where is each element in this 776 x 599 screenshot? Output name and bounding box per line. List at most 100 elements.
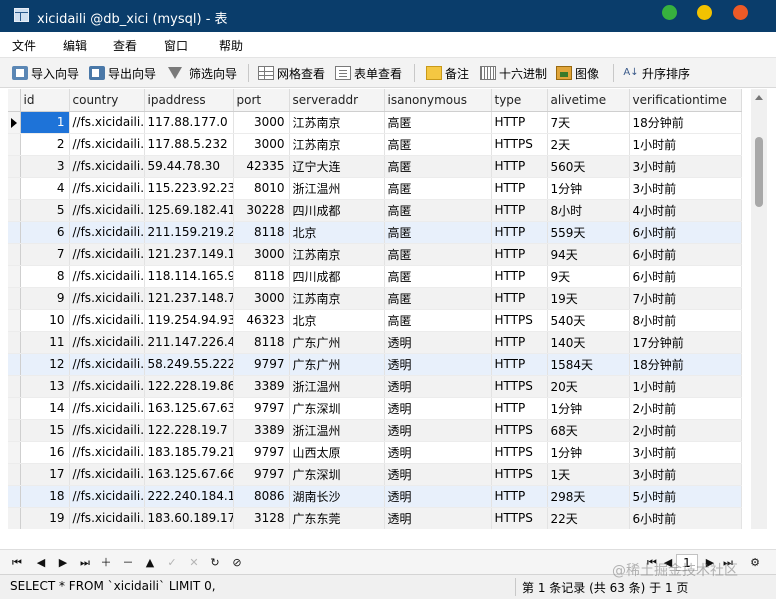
menu-window[interactable]: 窗口 <box>164 37 188 54</box>
cell-ipaddress[interactable]: 163.125.67.66 <box>144 463 234 486</box>
cell-type[interactable]: HTTPS <box>491 463 548 486</box>
table-row[interactable]: 18//fs.xicidaili.222.240.184.128086湖南长沙透… <box>8 485 742 508</box>
table-row[interactable]: 14//fs.xicidaili. 163.125.67.63 9797 广东深圳 透明… <box>8 397 742 420</box>
row-header[interactable] <box>8 287 21 310</box>
cell-isanonymous[interactable]: 透明 <box>384 331 492 354</box>
cell-verificationtime[interactable]: 1小时前 <box>629 133 742 156</box>
scroll-up-icon[interactable] <box>755 95 763 100</box>
cell-id[interactable]: 5 <box>20 199 70 222</box>
next-record-icon[interactable]: ▶ <box>56 556 70 569</box>
cell-country[interactable]: //fs.xicidaili. <box>69 243 145 266</box>
cell-alivetime[interactable]: 140天 <box>547 331 630 354</box>
cell-port[interactable]: 9797 <box>233 441 290 464</box>
cell-serveraddr[interactable]: 广东深圳 <box>289 463 385 486</box>
form-view-button[interactable]: 表单查看 <box>335 64 402 82</box>
cell-alivetime[interactable]: 68天 <box>547 419 630 442</box>
cell-isanonymous[interactable]: 高匿 <box>384 265 492 288</box>
column-header-type[interactable]: type <box>491 89 548 112</box>
cell-type[interactable]: HTTP <box>491 397 548 420</box>
table-row[interactable]: 7//fs.xicidaili.121.237.149.183000江苏南京高匿… <box>8 243 742 266</box>
cell-isanonymous[interactable]: 高匿 <box>384 177 492 200</box>
cell-country[interactable]: //fs.xicidaili. <box>69 353 145 376</box>
cell-type[interactable]: HTTP <box>491 155 548 178</box>
cell-country[interactable]: //fs.xicidaili. <box>69 265 145 288</box>
cell-port[interactable]: 9797 <box>233 353 290 376</box>
image-button[interactable]: 图像 <box>556 64 599 82</box>
grid-view-button[interactable]: 网格查看 <box>258 64 325 82</box>
cell-verificationtime[interactable]: 17分钟前 <box>629 331 742 354</box>
cell-type[interactable]: HTTP <box>491 177 548 200</box>
column-header-port[interactable]: port <box>233 89 290 112</box>
minimize-button[interactable] <box>697 5 712 20</box>
row-header[interactable] <box>8 463 21 486</box>
cell-alivetime[interactable]: 1天 <box>547 463 630 486</box>
cell-type[interactable]: HTTP <box>491 485 548 508</box>
cell-verificationtime[interactable]: 3小时前 <box>629 441 742 464</box>
cell-id[interactable]: 9 <box>20 287 70 310</box>
row-header[interactable] <box>8 177 21 200</box>
cell-id[interactable]: 8 <box>20 265 70 288</box>
cell-alivetime[interactable]: 1584天 <box>547 353 630 376</box>
close-button[interactable] <box>733 5 748 20</box>
cell-country[interactable]: //fs.xicidaili. <box>69 155 145 178</box>
settings-icon[interactable]: ⚙ <box>748 556 762 569</box>
cell-id[interactable]: 16 <box>20 441 70 464</box>
row-header[interactable] <box>8 331 21 354</box>
cell-serveraddr[interactable]: 北京 <box>289 309 385 332</box>
table-row[interactable]: 19//fs.xicidaili.183.60.189.1783128广东东莞透… <box>8 507 742 530</box>
filter-wizard-button[interactable]: 筛选向导 <box>168 64 237 82</box>
maximize-button[interactable] <box>662 5 677 20</box>
cell-isanonymous[interactable]: 高匿 <box>384 133 492 156</box>
cell-alivetime[interactable]: 94天 <box>547 243 630 266</box>
menu-help[interactable]: 帮助 <box>219 37 243 54</box>
cell-isanonymous[interactable]: 高匿 <box>384 309 492 332</box>
cell-isanonymous[interactable]: 高匿 <box>384 243 492 266</box>
cell-ipaddress[interactable]: 117.88.177.0 <box>144 111 234 134</box>
table-row[interactable]: 3//fs.xicidaili. 59.44.78.30 42335 辽宁大连 高匿 HT… <box>8 155 742 178</box>
cell-ipaddress[interactable]: 119.254.94.93 <box>144 309 234 332</box>
cell-port[interactable]: 3000 <box>233 111 290 134</box>
column-header-isanonymous[interactable]: isanonymous <box>384 89 492 112</box>
cell-ipaddress[interactable]: 115.223.92.231 <box>144 177 234 200</box>
cell-type[interactable]: HTTP <box>491 111 548 134</box>
cell-type[interactable]: HTTP <box>491 331 548 354</box>
cell-port[interactable]: 3128 <box>233 507 290 530</box>
table-row[interactable]: 11//fs.xicidaili. 211.147.226.4 8118 广东广州 透明… <box>8 331 742 354</box>
cell-port[interactable]: 8118 <box>233 221 290 244</box>
cell-country[interactable]: //fs.xicidaili. <box>69 199 145 222</box>
apply-changes-icon[interactable]: ✓ <box>165 556 179 569</box>
cell-type[interactable]: HTTP <box>491 265 548 288</box>
cell-alivetime[interactable]: 19天 <box>547 287 630 310</box>
cell-ipaddress[interactable]: 121.237.149.18 <box>144 243 234 266</box>
cell-id[interactable]: 1 <box>20 111 70 134</box>
cell-serveraddr[interactable]: 四川成都 <box>289 199 385 222</box>
cell-id[interactable]: 14 <box>20 397 70 420</box>
cell-type[interactable]: HTTP <box>491 353 548 376</box>
cell-alivetime[interactable]: 298天 <box>547 485 630 508</box>
column-header-ipaddress[interactable]: ipaddress <box>144 89 234 112</box>
cell-type[interactable]: HTTP <box>491 287 548 310</box>
cell-verificationtime[interactable]: 8小时前 <box>629 309 742 332</box>
table-row[interactable]: 6//fs.xicidaili.211.159.219.228118北京高匿HT… <box>8 221 742 244</box>
cell-country[interactable]: //fs.xicidaili. <box>69 331 145 354</box>
cell-type[interactable]: HTTPS <box>491 419 548 442</box>
cell-id[interactable]: 12 <box>20 353 70 376</box>
cell-ipaddress[interactable]: 59.44.78.30 <box>144 155 234 178</box>
table-row[interactable]: 12//fs.xicidaili. 58.249.55.222 9797 广东广州 透明… <box>8 353 742 376</box>
export-wizard-button[interactable]: 导出向导 <box>89 64 156 82</box>
cell-ipaddress[interactable]: 121.237.148.70 <box>144 287 234 310</box>
cell-country[interactable]: //fs.xicidaili. <box>69 111 145 134</box>
cell-port[interactable]: 46323 <box>233 309 290 332</box>
cell-isanonymous[interactable]: 透明 <box>384 441 492 464</box>
import-wizard-button[interactable]: 导入向导 <box>12 64 79 82</box>
cell-serveraddr[interactable]: 湖南长沙 <box>289 485 385 508</box>
cell-port[interactable]: 8118 <box>233 265 290 288</box>
menu-edit[interactable]: 编辑 <box>63 37 87 54</box>
cell-verificationtime[interactable]: 18分钟前 <box>629 111 742 134</box>
cell-port[interactable]: 3000 <box>233 287 290 310</box>
cell-port[interactable]: 8118 <box>233 331 290 354</box>
cell-serveraddr[interactable]: 广东广州 <box>289 331 385 354</box>
first-record-icon[interactable]: ⏮ <box>10 556 24 569</box>
cell-alivetime[interactable]: 8小时 <box>547 199 630 222</box>
row-header[interactable] <box>8 485 21 508</box>
